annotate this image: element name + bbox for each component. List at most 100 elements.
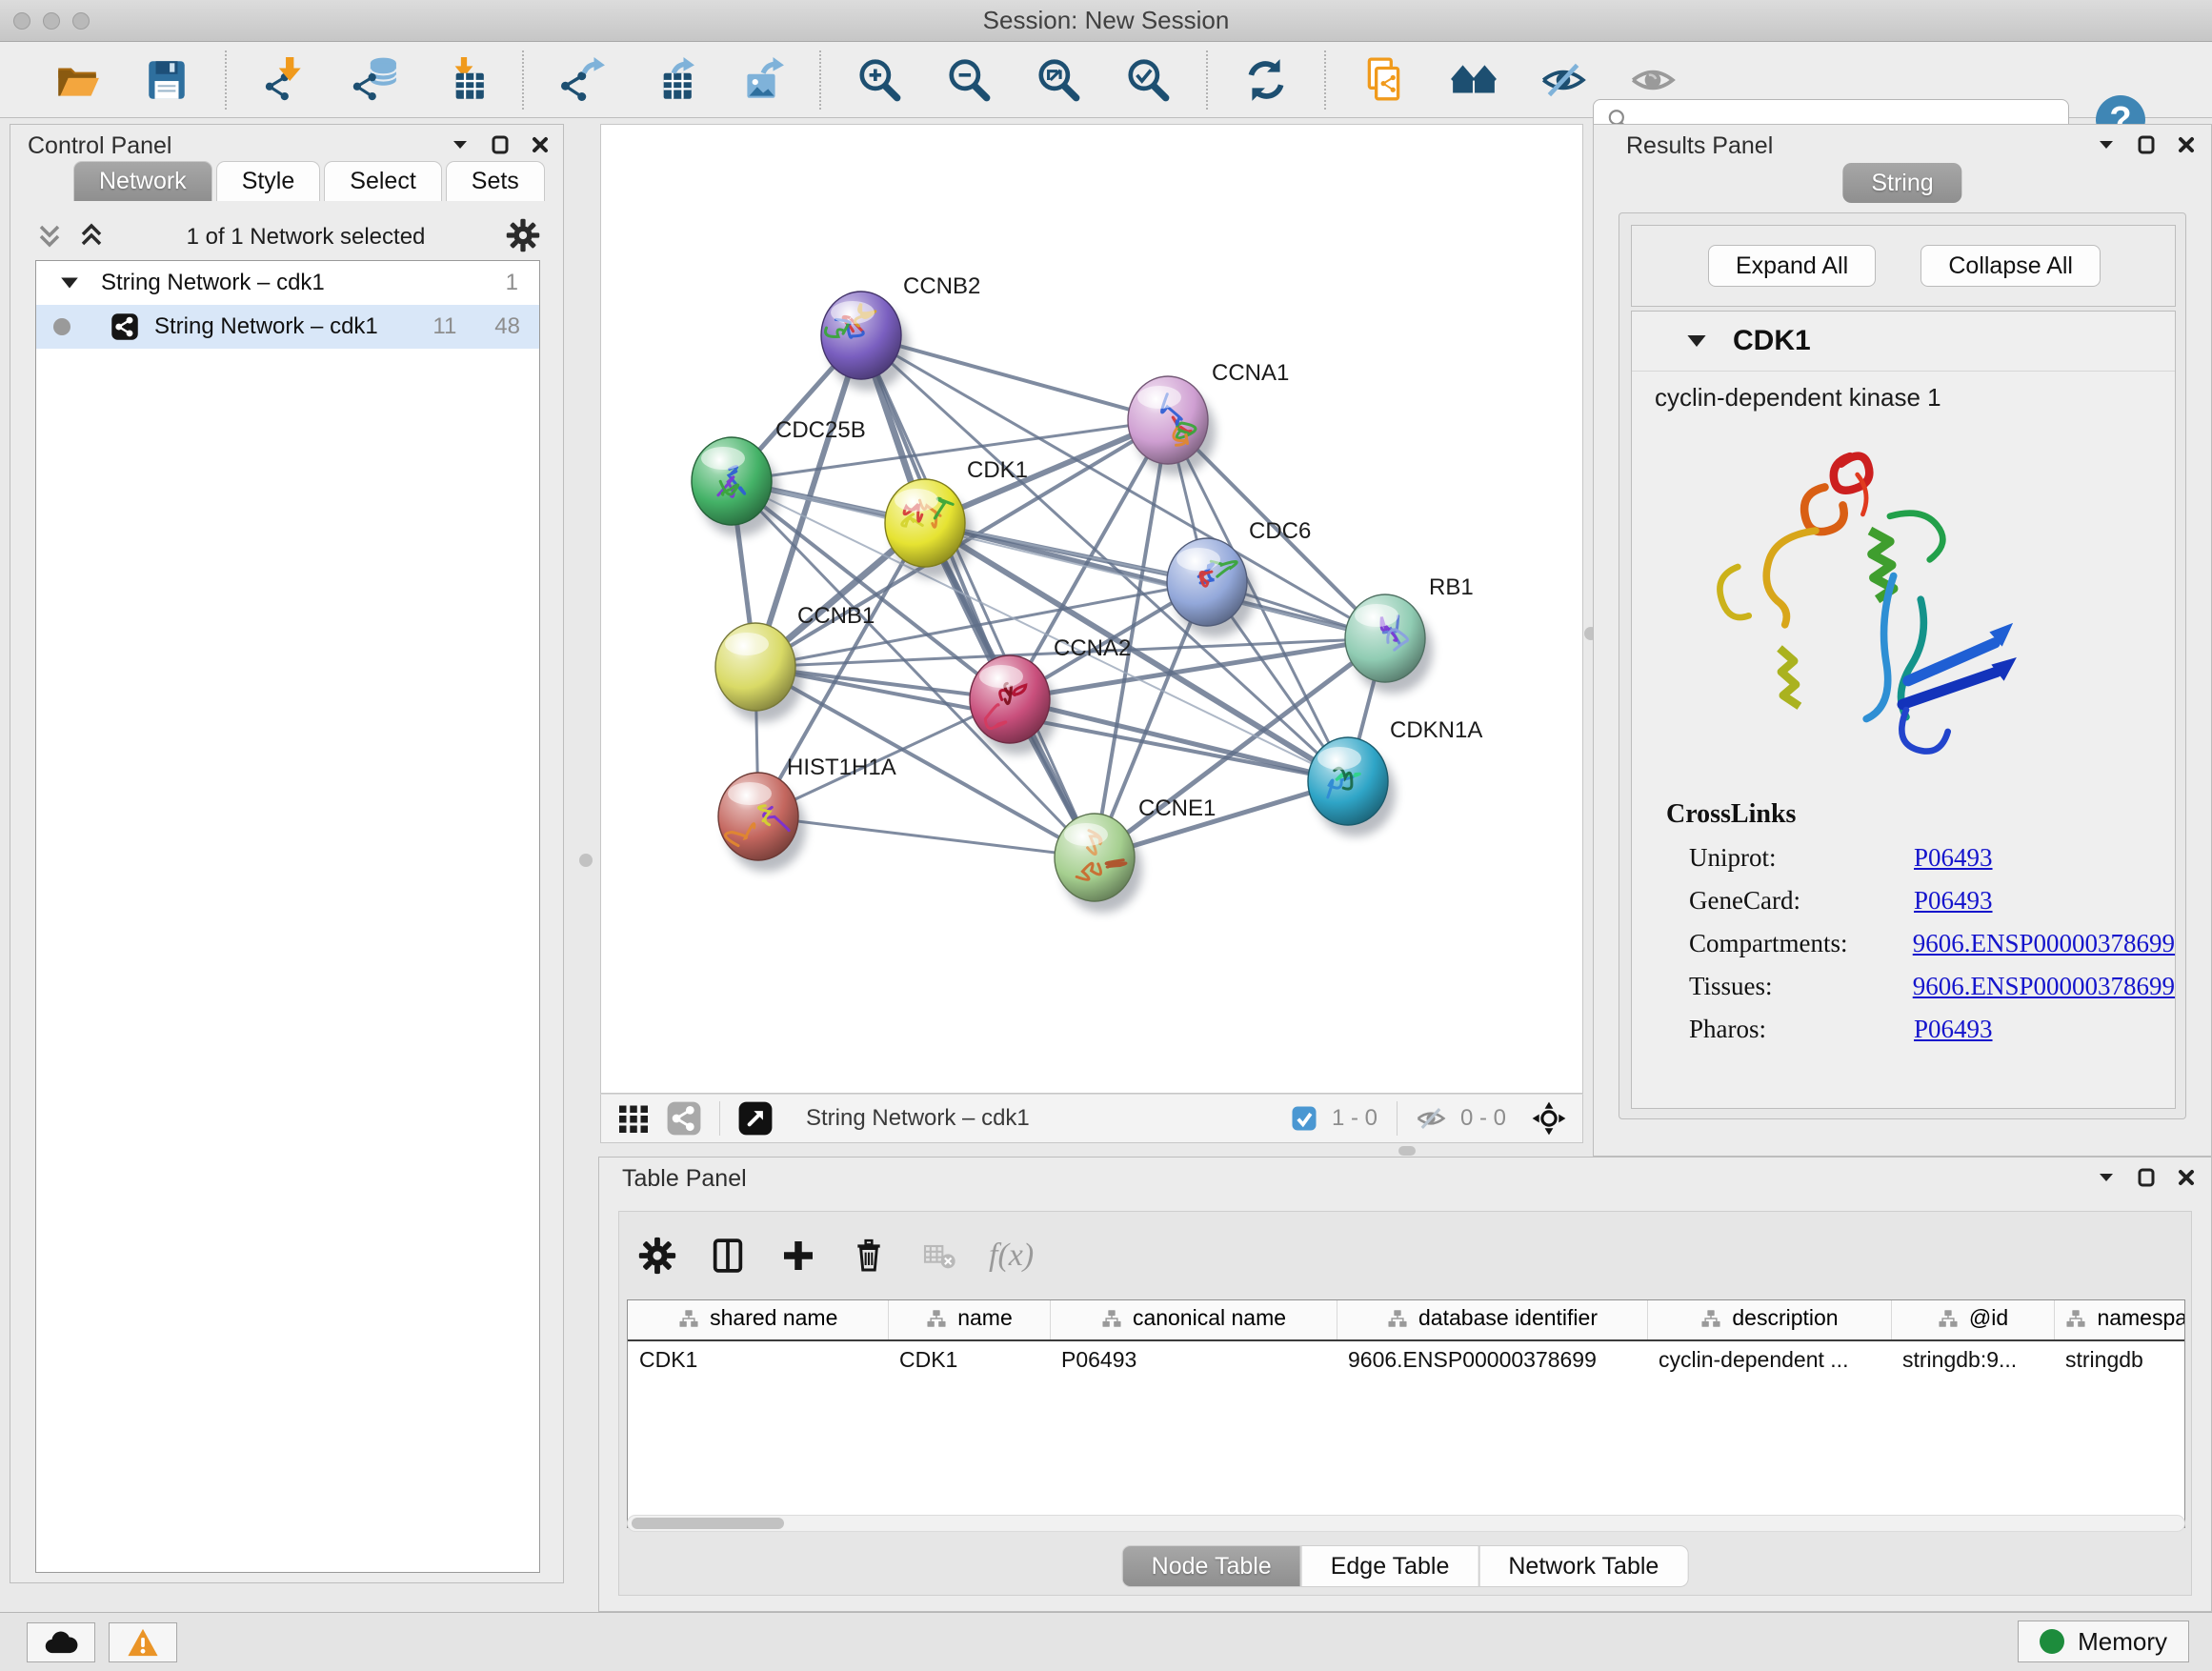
close-panel-icon[interactable]	[531, 135, 550, 154]
tab-edge-table[interactable]: Edge Table	[1301, 1545, 1479, 1587]
memory-button[interactable]: Memory	[2018, 1621, 2189, 1662]
column-type-icon	[1100, 1308, 1123, 1329]
grid-view-button[interactable]	[616, 1101, 651, 1136]
table-horizontal-scrollbar[interactable]	[627, 1515, 2185, 1532]
panel-menu-icon[interactable]	[451, 135, 470, 154]
node-label-CCNE1: CCNE1	[1138, 795, 1216, 821]
network-canvas[interactable]: CCNB2 CCNA1 CDC25B CDK1 CDC6 RB1 CCNB1	[601, 125, 1582, 1093]
panel-menu-icon[interactable]	[2097, 135, 2116, 154]
protein-header-row[interactable]: CDK1	[1632, 312, 2175, 363]
network-node-RB1[interactable]: RB1	[1345, 574, 1474, 694]
collection-expander-icon[interactable]	[59, 272, 80, 293]
float-panel-icon[interactable]	[2137, 134, 2156, 155]
table-options-gear-button[interactable]	[636, 1235, 678, 1277]
column-header-namespac[interactable]: namespac	[2054, 1300, 2185, 1340]
export-network-button[interactable]	[557, 53, 607, 107]
application-window: Session: New Session ? Control Panel Net…	[0, 0, 2212, 1671]
export-table-icon	[648, 56, 695, 104]
tab-network[interactable]: Network	[73, 161, 212, 201]
import-network-button[interactable]	[260, 53, 310, 107]
close-window-button[interactable]	[13, 12, 30, 30]
import-table-button[interactable]	[439, 53, 489, 107]
node-label-CDC25B: CDC25B	[775, 417, 866, 443]
hidden-items-eye-slash-icon[interactable]	[1415, 1102, 1447, 1135]
network-node-CCNA1[interactable]: CCNA1	[1128, 360, 1289, 475]
crosslink-link[interactable]: 9606.ENSP00000378699	[1913, 972, 2175, 1001]
column-header-name[interactable]: name	[888, 1300, 1050, 1340]
crosslink-link[interactable]: P06493	[1914, 843, 1993, 873]
expand-all-networks-icon[interactable]	[77, 219, 106, 256]
table-cell: CDK1	[628, 1340, 888, 1379]
crosslinks-heading: CrossLinks	[1666, 799, 2175, 830]
open-in-new-window-button[interactable]	[737, 1100, 774, 1137]
apply-layout-button[interactable]	[1241, 53, 1291, 107]
zoom-fit-icon	[1035, 56, 1082, 104]
selected-nodes-checkbox-icon[interactable]	[1290, 1104, 1318, 1133]
delete-column-button[interactable]	[848, 1235, 890, 1277]
birds-eye-view-button[interactable]	[1531, 1100, 1567, 1137]
close-panel-icon[interactable]	[2177, 135, 2196, 154]
crosslink-label: Tissues:	[1666, 972, 1913, 1001]
zoom-fit-button[interactable]	[1034, 53, 1083, 107]
network-node-CDC6[interactable]: CDC6	[1167, 518, 1311, 637]
selected-node-edge-counts: 1 - 0	[1332, 1105, 1377, 1132]
crosslink-link[interactable]: 9606.ENSP00000378699	[1913, 929, 2175, 958]
bottom-splitter-handle[interactable]	[1398, 1146, 1416, 1156]
column-header--id[interactable]: @id	[1891, 1300, 2054, 1340]
protein-expander-icon[interactable]	[1685, 330, 1708, 352]
save-session-button[interactable]	[142, 53, 191, 107]
open-session-button[interactable]	[52, 53, 102, 107]
panel-menu-icon[interactable]	[2097, 1168, 2116, 1187]
network-node-CCNB2[interactable]: CCNB2	[821, 273, 980, 391]
network-node-count: 11	[432, 313, 456, 340]
tab-sets[interactable]: Sets	[446, 161, 545, 201]
network-options-gear-icon[interactable]	[506, 218, 540, 257]
string-network-badge-icon[interactable]	[666, 1100, 702, 1137]
maximize-window-button[interactable]	[72, 12, 90, 30]
network-row[interactable]: String Network – cdk1 11 48	[36, 305, 539, 349]
crosslink-row: Tissues: 9606.ENSP00000378699	[1666, 972, 2175, 1001]
network-node-CCNE1[interactable]: CCNE1	[1055, 795, 1216, 913]
collapse-all-button[interactable]: Collapse All	[1920, 245, 2101, 287]
first-neighbors-button[interactable]	[1449, 53, 1498, 107]
zoom-out-button[interactable]	[944, 53, 994, 107]
import-network-from-database-button[interactable]	[350, 53, 399, 107]
zoom-in-button[interactable]	[855, 53, 904, 107]
float-panel-icon[interactable]	[2137, 1167, 2156, 1188]
duplicate-network-button[interactable]	[1359, 53, 1409, 107]
create-column-button[interactable]	[777, 1235, 819, 1277]
tab-select[interactable]: Select	[324, 161, 441, 201]
close-panel-icon[interactable]	[2177, 1168, 2196, 1187]
results-panel-controls	[2097, 134, 2196, 155]
network-node-HIST1H1A[interactable]: HIST1H1A	[718, 755, 896, 872]
node-table: shared namenamecanonical namedatabase id…	[627, 1299, 2185, 1528]
column-type-icon	[2064, 1308, 2087, 1329]
tab-string[interactable]: String	[1842, 163, 1961, 203]
collapse-all-networks-icon[interactable]	[35, 219, 64, 256]
network-node-CDKN1A[interactable]: CDKN1A	[1308, 717, 1482, 836]
crosslink-link[interactable]: P06493	[1914, 886, 1993, 916]
show-columns-button[interactable]	[707, 1235, 749, 1277]
table-row[interactable]: CDK1CDK1P064939606.ENSP00000378699cyclin…	[628, 1340, 2185, 1379]
export-table-button[interactable]	[647, 53, 696, 107]
function-builder-disabled: f(x)	[989, 1238, 1034, 1274]
minimize-window-button[interactable]	[43, 12, 60, 30]
cloud-sync-button[interactable]	[27, 1622, 95, 1662]
zoom-selected-button[interactable]	[1123, 53, 1173, 107]
column-header-canonical-name[interactable]: canonical name	[1050, 1300, 1337, 1340]
export-image-button[interactable]	[736, 53, 786, 107]
tab-style[interactable]: Style	[216, 161, 321, 201]
column-header-description[interactable]: description	[1647, 1300, 1891, 1340]
warnings-button[interactable]	[109, 1622, 177, 1662]
tab-network-table[interactable]: Network Table	[1478, 1545, 1688, 1587]
column-header-shared-name[interactable]: shared name	[628, 1300, 888, 1340]
network-collection-row[interactable]: String Network – cdk1 1	[36, 261, 539, 305]
hide-selected-button[interactable]	[1538, 53, 1588, 107]
left-splitter-handle[interactable]	[579, 854, 593, 867]
tab-node-table[interactable]: Node Table	[1122, 1545, 1301, 1587]
column-header-database-identifier[interactable]: database identifier	[1337, 1300, 1647, 1340]
import-network-icon	[261, 56, 309, 104]
float-panel-icon[interactable]	[491, 134, 510, 155]
expand-all-button[interactable]: Expand All	[1708, 245, 1876, 287]
crosslink-link[interactable]: P06493	[1914, 1015, 1993, 1044]
